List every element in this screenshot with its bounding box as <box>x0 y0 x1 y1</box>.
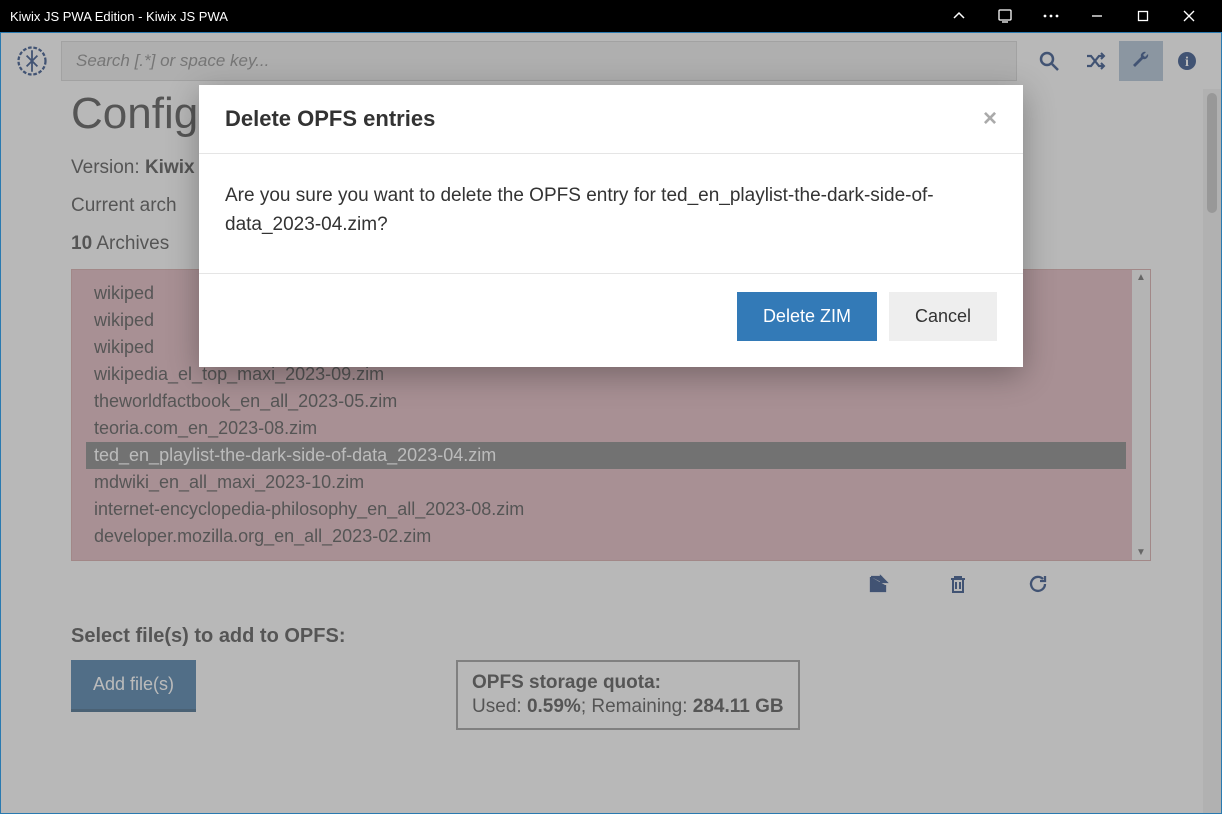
minimize-icon[interactable] <box>1074 0 1120 32</box>
cancel-button[interactable]: Cancel <box>889 292 997 341</box>
more-icon[interactable] <box>1028 0 1074 32</box>
window-titlebar: Kiwix JS PWA Edition - Kiwix JS PWA <box>0 0 1222 32</box>
delete-zim-button[interactable]: Delete ZIM <box>737 292 877 341</box>
maximize-icon[interactable] <box>1120 0 1166 32</box>
app-window: i Configuration Version: Kiwix Current a… <box>0 32 1222 814</box>
modal-overlay: Delete OPFS entries × Are you sure you w… <box>1 33 1221 813</box>
titlebar-controls <box>936 0 1212 32</box>
delete-modal: Delete OPFS entries × Are you sure you w… <box>199 85 1023 367</box>
modal-footer: Delete ZIM Cancel <box>199 274 1023 367</box>
modal-body: Are you sure you want to delete the OPFS… <box>199 154 1023 274</box>
modal-header: Delete OPFS entries × <box>199 85 1023 154</box>
close-icon[interactable] <box>1166 0 1212 32</box>
chevron-up-icon[interactable] <box>936 0 982 32</box>
modal-close-icon[interactable]: × <box>983 105 997 133</box>
window-title: Kiwix JS PWA Edition - Kiwix JS PWA <box>10 9 936 24</box>
cast-icon[interactable] <box>982 0 1028 32</box>
modal-title: Delete OPFS entries <box>225 106 435 132</box>
